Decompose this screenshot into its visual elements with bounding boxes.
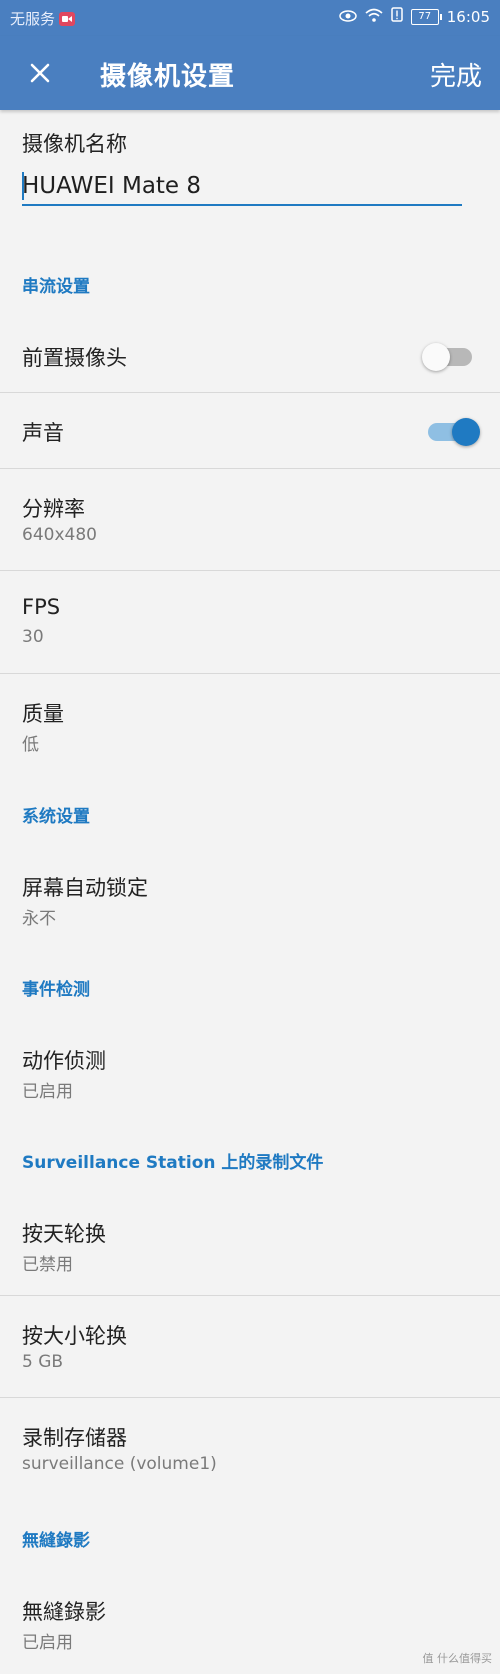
- camera-name-label: 摄像机名称: [22, 132, 127, 156]
- done-button[interactable]: 完成: [430, 56, 482, 93]
- text-caret: [22, 172, 24, 200]
- row-title: 声音: [22, 421, 64, 445]
- toggle-knob: [452, 418, 480, 446]
- battery-icon: 77: [410, 8, 442, 25]
- row-value: 640x480: [22, 525, 97, 545]
- watermark: 值 什么值得买: [422, 1652, 493, 1665]
- status-bar: 无服务 77 16:05: [0, 0, 500, 36]
- toggle-knob: [422, 343, 450, 371]
- section-seamless: 無縫錄影: [22, 1531, 90, 1551]
- row-title: 分辨率: [22, 497, 85, 521]
- row-value: surveillance (volume1): [22, 1454, 217, 1474]
- notification-icon: [391, 7, 403, 26]
- close-icon: [30, 63, 50, 83]
- row-motion-detection[interactable]: 动作侦测 已启用: [0, 1021, 500, 1113]
- row-audio[interactable]: 声音: [0, 393, 500, 469]
- row-rotate-by-size[interactable]: 按大小轮换 5 GB: [0, 1296, 500, 1398]
- row-rotate-by-day[interactable]: 按天轮换 已禁用: [0, 1194, 500, 1296]
- row-title: 按天轮换: [22, 1222, 106, 1246]
- camera-name-block: 摄像机名称: [0, 110, 500, 240]
- row-quality[interactable]: 质量 低: [0, 674, 500, 766]
- status-left: 无服务: [10, 8, 76, 29]
- carrier-text: 无服务: [10, 10, 56, 28]
- row-title: 动作侦测: [22, 1049, 106, 1073]
- row-title: 录制存储器: [22, 1426, 127, 1450]
- row-resolution[interactable]: 分辨率 640x480: [0, 469, 500, 571]
- eye-icon: [339, 8, 357, 26]
- row-value: 已禁用: [22, 1255, 73, 1275]
- page-title: 摄像机设置: [100, 62, 236, 92]
- row-recording-storage[interactable]: 录制存储器 surveillance (volume1): [0, 1398, 500, 1490]
- clock: 16:05: [446, 7, 490, 26]
- row-title: 前置摄像头: [22, 346, 127, 370]
- app-bar: 摄像机设置 完成: [0, 36, 500, 110]
- row-value: 30: [22, 627, 44, 647]
- row-fps[interactable]: FPS 30: [0, 571, 500, 673]
- front-camera-toggle[interactable]: [422, 343, 472, 371]
- row-title: 质量: [22, 702, 64, 726]
- battery-level: 77: [418, 11, 432, 22]
- section-system: 系统设置: [22, 807, 90, 827]
- row-value: 低: [22, 735, 39, 755]
- wifi-icon: [365, 8, 383, 26]
- section-streaming: 串流设置: [22, 277, 90, 297]
- row-screen-lock[interactable]: 屏幕自动锁定 永不: [0, 848, 500, 940]
- close-button[interactable]: [20, 53, 60, 93]
- row-title: 按大小轮换: [22, 1324, 127, 1348]
- status-right: 77 16:05: [339, 7, 490, 26]
- section-event-detection: 事件检测: [22, 980, 90, 1000]
- section-recordings: Surveillance Station 上的录制文件: [22, 1153, 324, 1173]
- row-value: 永不: [22, 909, 56, 929]
- row-title: FPS: [22, 595, 61, 619]
- row-value: 已启用: [22, 1082, 73, 1102]
- row-value: 5 GB: [22, 1352, 64, 1372]
- camera-name-input[interactable]: [22, 168, 462, 206]
- row-value: 已启用: [22, 1633, 73, 1653]
- row-title: 屏幕自动锁定: [22, 876, 148, 900]
- audio-toggle[interactable]: [428, 418, 480, 446]
- row-front-camera[interactable]: 前置摄像头: [0, 318, 500, 394]
- video-record-icon: [59, 11, 76, 26]
- row-title: 無縫錄影: [22, 1600, 106, 1624]
